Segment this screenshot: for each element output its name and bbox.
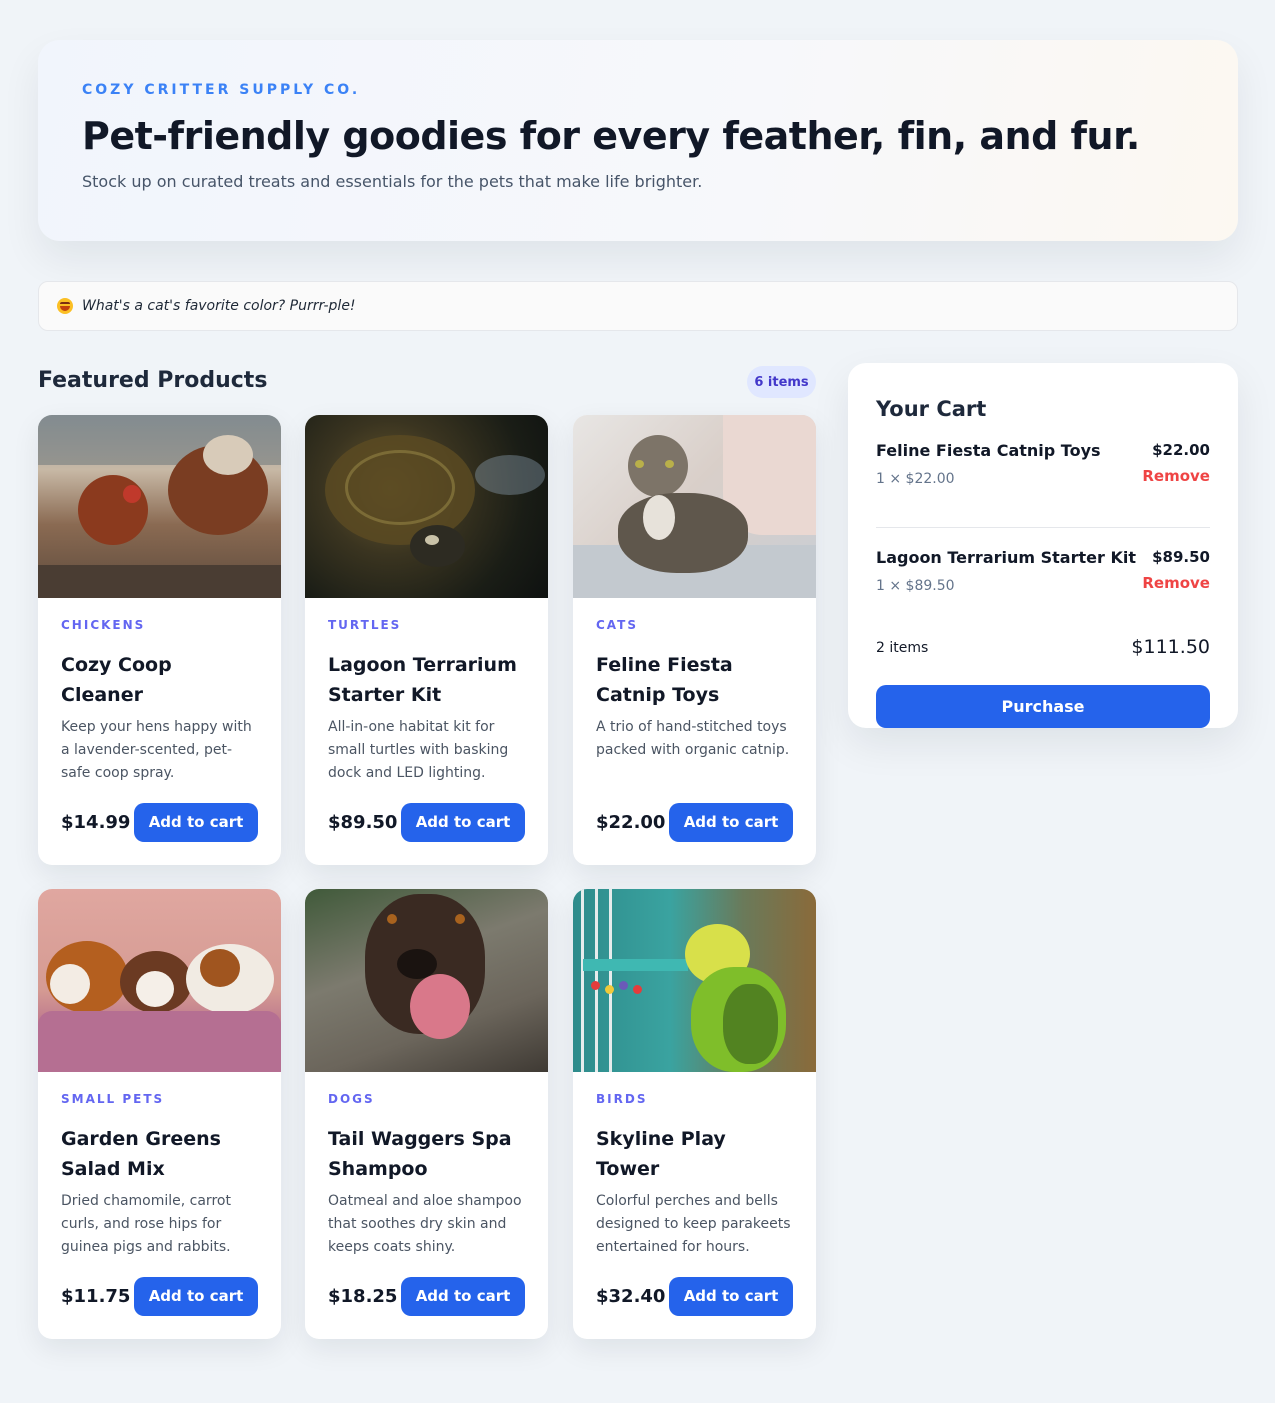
product-card: CATS Feline Fiesta Catnip Toys A trio of… xyxy=(573,415,816,865)
turtle-photo xyxy=(305,415,548,598)
brand-name: COZY CRITTER SUPPLY CO. xyxy=(82,82,361,98)
cart-line-item: Lagoon Terrarium Starter Kit 1 × $89.50 … xyxy=(876,548,1210,625)
product-name: Cozy Coop Cleaner xyxy=(61,654,172,706)
cart-item-total: $89.50 xyxy=(1152,548,1210,566)
cart-line-item: Feline Fiesta Catnip Toys 1 × $22.00 $22… xyxy=(876,441,1210,528)
hero-title: Pet-friendly goodies for every feather, … xyxy=(82,114,1140,158)
product-name: Feline Fiesta Catnip Toys xyxy=(596,654,733,706)
product-card: CHICKENS Cozy Coop Cleaner Keep your hen… xyxy=(38,415,281,865)
remove-button[interactable]: Remove xyxy=(1142,574,1210,592)
guinea-pigs-photo xyxy=(38,889,281,1072)
product-category: CHICKENS xyxy=(61,618,146,632)
joke-bar: What's a cat's favorite color? Purrr-ple… xyxy=(38,281,1238,331)
add-to-cart-button[interactable]: Add to cart xyxy=(134,1276,258,1316)
purchase-button[interactable]: Purchase xyxy=(876,685,1210,728)
hero-subtitle: Stock up on curated treats and essential… xyxy=(82,172,703,191)
product-card: SMALL PETS Garden Greens Salad Mix Dried… xyxy=(38,889,281,1339)
product-category: TURTLES xyxy=(328,618,402,632)
product-category: SMALL PETS xyxy=(61,1092,165,1106)
product-card: DOGS Tail Waggers Spa Shampoo Oatmeal an… xyxy=(305,889,548,1339)
product-card: TURTLES Lagoon Terrarium Starter Kit All… xyxy=(305,415,548,865)
add-to-cart-button[interactable]: Add to cart xyxy=(669,802,793,842)
product-price: $22.00 xyxy=(596,811,666,833)
grinning-emoji-icon xyxy=(57,298,73,314)
product-price: $11.75 xyxy=(61,1285,131,1307)
add-to-cart-button[interactable]: Add to cart xyxy=(401,802,525,842)
add-to-cart-button[interactable]: Add to cart xyxy=(401,1276,525,1316)
product-price: $14.99 xyxy=(61,811,131,833)
cart-panel: Your Cart Feline Fiesta Catnip Toys 1 × … xyxy=(848,363,1238,728)
product-description: Dried chamomile, carrot curls, and rose … xyxy=(61,1193,231,1255)
cart-title: Your Cart xyxy=(876,397,987,421)
product-description: All-in-one habitat kit for small turtles… xyxy=(328,719,509,781)
section-title: Featured Products xyxy=(38,368,268,393)
product-price: $32.40 xyxy=(596,1285,666,1307)
product-description: A trio of hand-stitched toys packed with… xyxy=(596,719,790,758)
product-description: Oatmeal and aloe shampoo that soothes dr… xyxy=(328,1193,522,1255)
product-category: BIRDS xyxy=(596,1092,648,1106)
item-count-badge: 6 items xyxy=(747,366,816,398)
product-description: Keep your hens happy with a lavender-sce… xyxy=(61,719,252,781)
joke-text: What's a cat's favorite color? Purrr-ple… xyxy=(82,298,356,314)
cart-item-total: $22.00 xyxy=(1152,441,1210,459)
product-name: Skyline Play Tower xyxy=(596,1128,726,1180)
product-description: Colorful perches and bells designed to k… xyxy=(596,1193,791,1255)
product-price: $89.50 xyxy=(328,811,398,833)
cart-item-quantity: 1 × $89.50 xyxy=(876,578,955,594)
cart-item-quantity: 1 × $22.00 xyxy=(876,471,955,487)
cart-summary: 2 items $111.50 xyxy=(876,625,1210,685)
cart-item-name: Lagoon Terrarium Starter Kit xyxy=(876,548,1136,567)
dog-photo xyxy=(305,889,548,1072)
cat-photo xyxy=(573,415,816,598)
add-to-cart-button[interactable]: Add to cart xyxy=(134,802,258,842)
product-name: Tail Waggers Spa Shampoo xyxy=(328,1128,512,1180)
cart-grand-total: $111.50 xyxy=(1131,636,1210,658)
parakeet-photo xyxy=(573,889,816,1072)
product-category: DOGS xyxy=(328,1092,375,1106)
cart-item-count: 2 items xyxy=(876,640,929,656)
product-name: Lagoon Terrarium Starter Kit xyxy=(328,654,517,706)
hero-banner: COZY CRITTER SUPPLY CO. Pet-friendly goo… xyxy=(38,40,1238,241)
chickens-photo xyxy=(38,415,281,598)
cart-item-name: Feline Fiesta Catnip Toys xyxy=(876,441,1101,460)
product-price: $18.25 xyxy=(328,1285,398,1307)
add-to-cart-button[interactable]: Add to cart xyxy=(669,1276,793,1316)
product-name: Garden Greens Salad Mix xyxy=(61,1128,221,1180)
product-category: CATS xyxy=(596,618,638,632)
remove-button[interactable]: Remove xyxy=(1142,467,1210,485)
product-card: BIRDS Skyline Play Tower Colorful perche… xyxy=(573,889,816,1339)
